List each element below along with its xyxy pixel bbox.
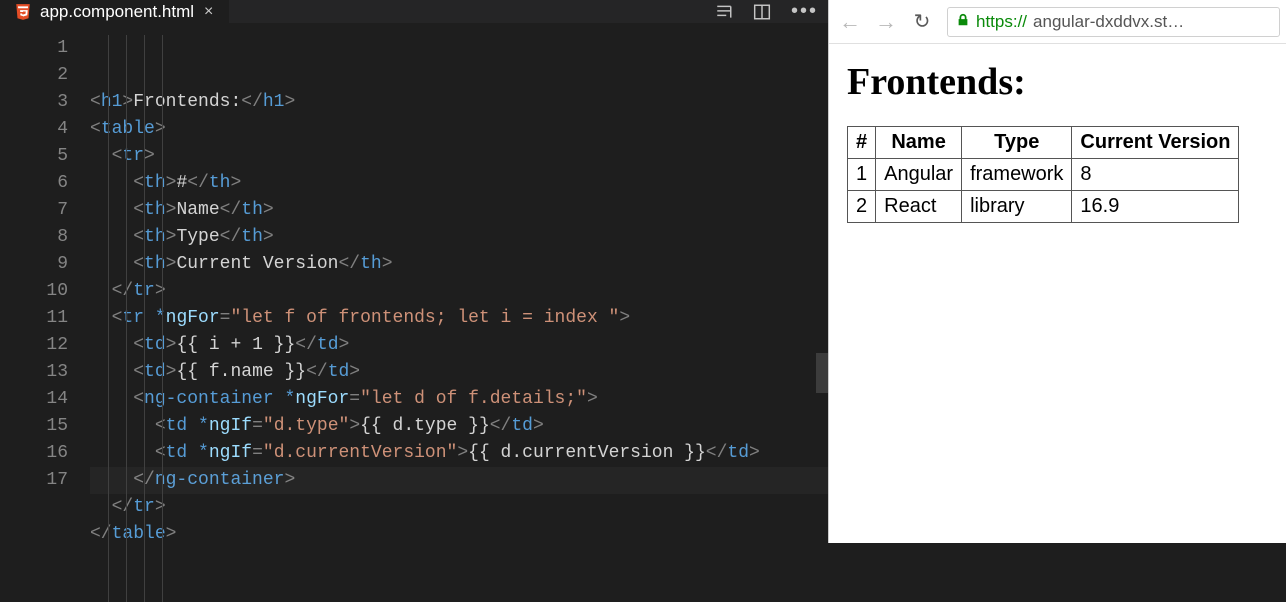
tab-app-component-html[interactable]: app.component.html × [0, 0, 229, 23]
line-number: 3 [0, 89, 68, 116]
code-line[interactable]: <th>Name</th> [90, 197, 828, 224]
page-heading: Frontends: [847, 60, 1268, 104]
line-number: 13 [0, 359, 68, 386]
preview-page: Frontends: #NameTypeCurrent Version1Angu… [829, 44, 1286, 543]
code-line[interactable]: </tr> [90, 278, 828, 305]
url-input[interactable]: https:// angular-dxddvx.st… [947, 7, 1280, 37]
split-editor-icon[interactable] [753, 3, 771, 21]
url-host: angular-dxddvx.st… [1033, 12, 1184, 32]
table-header-cell: # [848, 127, 876, 159]
line-number: 16 [0, 440, 68, 467]
table-cell: 2 [848, 191, 876, 223]
code-line[interactable]: <td>{{ f.name }}</td> [90, 359, 828, 386]
code-line[interactable]: <tr> [90, 143, 828, 170]
code-line[interactable]: <table> [90, 116, 828, 143]
line-number: 1 [0, 35, 68, 62]
indent-guide [144, 35, 145, 602]
code-area[interactable]: 1234567891011121314151617 <h1>Frontends:… [0, 23, 828, 602]
line-number: 14 [0, 386, 68, 413]
close-icon[interactable]: × [202, 3, 215, 21]
line-number: 12 [0, 332, 68, 359]
active-line-highlight [90, 467, 828, 494]
code-line[interactable]: <td *ngIf="d.type">{{ d.type }}</td> [90, 413, 828, 440]
toggle-word-wrap-icon[interactable] [715, 3, 733, 21]
html5-icon [14, 3, 32, 21]
table-header-cell: Current Version [1072, 127, 1239, 159]
frontends-table: #NameTypeCurrent Version1Angularframewor… [847, 126, 1239, 223]
table-header-row: #NameTypeCurrent Version [848, 127, 1239, 159]
line-number: 6 [0, 170, 68, 197]
line-number: 2 [0, 62, 68, 89]
table-cell: React [876, 191, 962, 223]
table-header-cell: Type [962, 127, 1072, 159]
browser-toolbar: ← → ↻ https:// angular-dxddvx.st… [829, 0, 1286, 44]
editor-pane: app.component.html × ••• 123456789101112… [0, 0, 828, 543]
line-number: 10 [0, 278, 68, 305]
editor-actions: ••• [715, 0, 818, 23]
reload-button[interactable]: ↻ [911, 9, 933, 34]
table-cell: 8 [1072, 159, 1239, 191]
indent-guide [108, 35, 109, 602]
table-cell: 1 [848, 159, 876, 191]
line-number: 15 [0, 413, 68, 440]
tab-label: app.component.html [40, 2, 194, 22]
more-actions-icon[interactable]: ••• [791, 0, 818, 23]
line-number: 11 [0, 305, 68, 332]
forward-button[interactable]: → [875, 9, 897, 35]
table-cell: library [962, 191, 1072, 223]
url-protocol: https:// [976, 12, 1027, 32]
line-number: 5 [0, 143, 68, 170]
line-number: 8 [0, 224, 68, 251]
line-number-gutter: 1234567891011121314151617 [0, 23, 90, 602]
code-line[interactable]: <td *ngIf="d.currentVersion">{{ d.curren… [90, 440, 828, 467]
indent-guide [162, 35, 163, 602]
table-row: 2Reactlibrary16.9 [848, 191, 1239, 223]
line-number: 9 [0, 251, 68, 278]
line-number: 17 [0, 467, 68, 494]
code-line[interactable]: <th>#</th> [90, 170, 828, 197]
code-line[interactable]: <h1>Frontends:</h1> [90, 89, 828, 116]
scrollbar-thumb[interactable] [816, 353, 828, 393]
indent-guide [126, 35, 127, 602]
tab-bar: app.component.html × ••• [0, 0, 828, 23]
table-cell: 16.9 [1072, 191, 1239, 223]
lock-icon [956, 13, 970, 31]
back-button[interactable]: ← [839, 9, 861, 35]
code-line[interactable]: <tr *ngFor="let f of frontends; let i = … [90, 305, 828, 332]
code-line[interactable]: </table> [90, 521, 828, 548]
code-line[interactable]: <ng-container *ngFor="let d of f.details… [90, 386, 828, 413]
code-line[interactable]: <th>Current Version</th> [90, 251, 828, 278]
code-line[interactable]: </tr> [90, 494, 828, 521]
table-cell: Angular [876, 159, 962, 191]
code-content[interactable]: <h1>Frontends:</h1><table> <tr> <th>#</t… [90, 23, 828, 602]
code-line[interactable]: <td>{{ i + 1 }}</td> [90, 332, 828, 359]
table-cell: framework [962, 159, 1072, 191]
line-number: 7 [0, 197, 68, 224]
line-number: 4 [0, 116, 68, 143]
table-header-cell: Name [876, 127, 962, 159]
preview-pane: ← → ↻ https:// angular-dxddvx.st… Fronten… [828, 0, 1286, 543]
table-row: 1Angularframework8 [848, 159, 1239, 191]
code-line[interactable]: <th>Type</th> [90, 224, 828, 251]
